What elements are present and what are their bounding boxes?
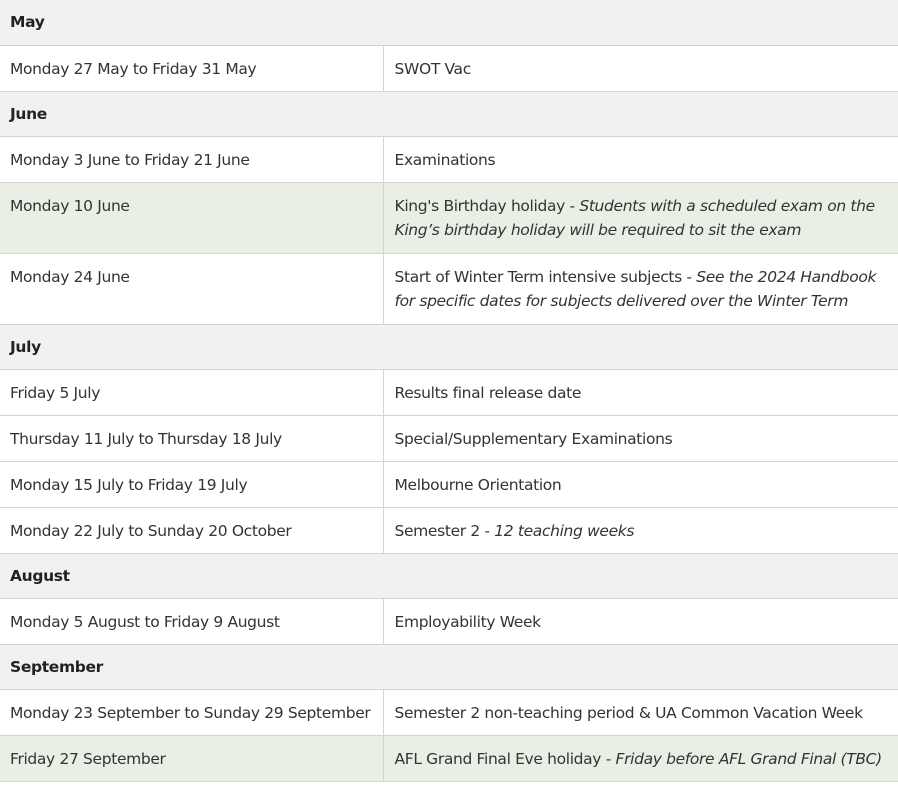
month-label: August (0, 553, 898, 599)
event-separator: - (564, 196, 580, 215)
event-description: SWOT Vac (383, 45, 898, 92)
event-date: Monday 24 June (0, 253, 384, 325)
event-title: Melbourne Orientation (394, 475, 562, 494)
event-title: Examinations (394, 150, 496, 169)
month-row-july: July (0, 324, 898, 370)
event-separator: - (601, 749, 616, 768)
month-row-august: August (0, 553, 898, 599)
event-description: Special/Supplementary Examinations (383, 415, 898, 462)
table-row: Monday 15 July to Friday 19 July Melbour… (0, 461, 898, 508)
event-title: Start of Winter Term intensive subjects (394, 267, 683, 286)
event-date: Monday 23 September to Sunday 29 Septemb… (0, 689, 384, 736)
event-description: AFL Grand Final Eve holiday - Friday bef… (383, 735, 898, 782)
event-title: Semester 2 non-teaching period & UA Comm… (394, 703, 864, 722)
month-label: June (0, 91, 898, 137)
event-separator: - (479, 521, 495, 540)
event-title: Results final release date (394, 383, 582, 402)
event-title: King's Birthday holiday (394, 196, 566, 215)
table-row: Monday 3 June to Friday 21 June Examinat… (0, 136, 898, 183)
month-row-june: June (0, 91, 898, 137)
event-date: Monday 5 August to Friday 9 August (0, 598, 384, 645)
event-description: Semester 2 non-teaching period & UA Comm… (383, 689, 898, 736)
month-row-september: September (0, 644, 898, 690)
event-title: Employability Week (394, 612, 542, 631)
table-row: Thursday 11 July to Thursday 18 July Spe… (0, 415, 898, 462)
event-date: Monday 27 May to Friday 31 May (0, 45, 384, 92)
event-description: King's Birthday holiday - Students with … (383, 182, 898, 254)
event-description: Melbourne Orientation (383, 461, 898, 508)
event-date: Thursday 11 July to Thursday 18 July (0, 415, 384, 462)
event-date: Friday 5 July (0, 369, 384, 416)
event-description: Semester 2 - 12 teaching weeks (383, 507, 898, 554)
month-row-may: May (0, 0, 898, 46)
event-date: Monday 22 July to Sunday 20 October (0, 507, 384, 554)
table-row: Monday 10 June King's Birthday holiday -… (0, 182, 898, 254)
month-label: July (0, 324, 898, 370)
event-description: Start of Winter Term intensive subjects … (383, 253, 898, 325)
event-title: SWOT Vac (394, 59, 472, 78)
table-row: Monday 22 July to Sunday 20 October Seme… (0, 507, 898, 554)
event-description: Employability Week (383, 598, 898, 645)
table-row: Monday 24 June Start of Winter Term inte… (0, 253, 898, 325)
event-date: Friday 27 September (0, 735, 384, 782)
event-title: Special/Supplementary Examinations (394, 429, 673, 448)
table-row: Friday 5 July Results final release date (0, 369, 898, 416)
event-title: Semester 2 (394, 521, 481, 540)
table-row: Monday 27 May to Friday 31 May SWOT Vac (0, 45, 898, 92)
event-separator: - (681, 267, 697, 286)
key-dates-table: May Monday 27 May to Friday 31 May SWOT … (0, 0, 898, 782)
event-title: AFL Grand Final Eve holiday (394, 749, 602, 768)
month-label: September (0, 644, 898, 690)
event-description: Examinations (383, 136, 898, 183)
event-date: Monday 10 June (0, 182, 384, 254)
event-date: Monday 3 June to Friday 21 June (0, 136, 384, 183)
table-row: Monday 23 September to Sunday 29 Septemb… (0, 689, 898, 736)
event-note: Friday before AFL Grand Final (TBC) (615, 749, 883, 768)
table-row: Monday 5 August to Friday 9 August Emplo… (0, 598, 898, 645)
event-note: 12 teaching weeks (494, 521, 635, 540)
month-label: May (0, 0, 898, 46)
event-date: Monday 15 July to Friday 19 July (0, 461, 384, 508)
table-row: Friday 27 September AFL Grand Final Eve … (0, 735, 898, 782)
event-description: Results final release date (383, 369, 898, 416)
